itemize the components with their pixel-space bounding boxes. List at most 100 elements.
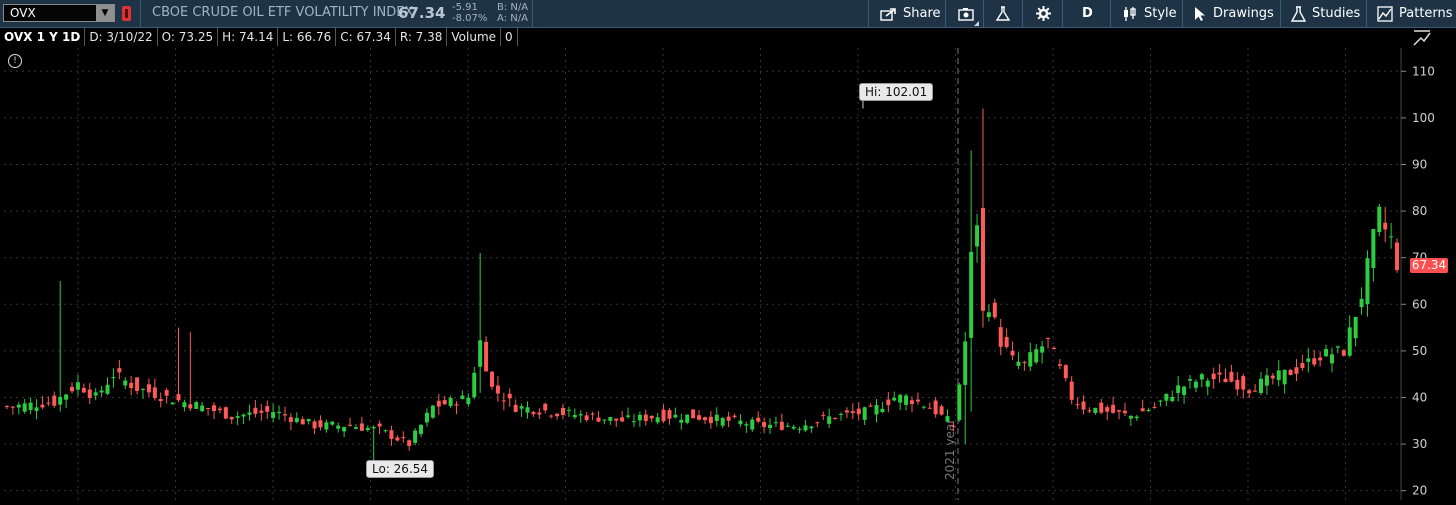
candle-body xyxy=(1282,369,1287,385)
candle-body xyxy=(383,430,388,432)
y-tick-label: 30 xyxy=(1412,437,1427,451)
candle-body xyxy=(170,402,175,405)
y-tick-label: 60 xyxy=(1412,297,1427,311)
candle-body xyxy=(377,423,382,427)
candle-body xyxy=(330,421,335,425)
y-tick-label: 80 xyxy=(1412,204,1427,218)
candle-body xyxy=(685,414,690,423)
candle-body xyxy=(702,417,707,421)
candle-body xyxy=(407,440,412,446)
candle-body xyxy=(424,412,429,423)
candle-body xyxy=(590,413,595,415)
candle-body xyxy=(1111,404,1116,413)
candle-body xyxy=(495,385,500,394)
candle-body xyxy=(1010,350,1015,356)
candle-body xyxy=(223,407,228,419)
candle-body xyxy=(1199,374,1204,380)
candle-body xyxy=(980,207,985,311)
candle-body xyxy=(105,384,110,394)
candle-body xyxy=(1128,415,1133,419)
candle-body xyxy=(904,395,909,405)
candle-body xyxy=(22,403,27,412)
candle-body xyxy=(1258,378,1263,394)
candle-body xyxy=(874,404,879,415)
candle-body xyxy=(1335,346,1340,348)
candle-body xyxy=(206,408,211,410)
candle-body xyxy=(117,368,122,373)
candle-body xyxy=(1134,416,1139,419)
info-icon[interactable]: ! xyxy=(8,54,22,68)
candle-body xyxy=(1359,298,1364,308)
candle-body xyxy=(265,406,270,412)
y-tick-label: 40 xyxy=(1412,390,1427,404)
candle-body xyxy=(1176,385,1181,393)
legend-date: D: 3/10/22 xyxy=(85,28,158,46)
candle-body xyxy=(945,416,950,422)
legend-open: O: 73.25 xyxy=(158,28,219,46)
candle-body xyxy=(247,412,252,415)
candle-body xyxy=(513,404,518,412)
legend-volume-value: 0 xyxy=(501,28,518,46)
candle-body xyxy=(282,414,287,416)
candle-body xyxy=(395,437,400,441)
candle-body xyxy=(620,417,625,422)
candle-body xyxy=(1140,408,1145,412)
candle-body xyxy=(1034,349,1039,363)
candle-body xyxy=(631,421,636,423)
candle-body xyxy=(1371,229,1376,268)
candle-body xyxy=(164,390,169,396)
candle-body xyxy=(549,415,554,417)
candle-body xyxy=(827,416,832,424)
candle-body xyxy=(484,341,489,372)
candle-body xyxy=(460,395,465,399)
candle-body xyxy=(708,416,713,424)
candle-body xyxy=(1389,236,1394,238)
candle-body xyxy=(123,380,128,386)
candle-body xyxy=(1294,367,1299,374)
candle-body xyxy=(927,407,932,409)
candle-body xyxy=(525,407,530,413)
candle-body xyxy=(1241,376,1246,390)
candle-body xyxy=(152,387,157,399)
candle-body xyxy=(1099,402,1104,413)
candle-body xyxy=(1217,372,1222,375)
candle-body xyxy=(1022,361,1027,363)
candle-body xyxy=(738,420,743,425)
expand-chart-icon[interactable] xyxy=(1412,29,1432,47)
candle-body xyxy=(235,416,240,418)
price-chart[interactable]: 20304050607080901001102021 year xyxy=(0,0,1456,505)
candle-body xyxy=(750,419,755,430)
candle-body xyxy=(543,403,548,411)
candle-body xyxy=(129,382,134,389)
candle-body xyxy=(294,417,299,423)
candle-body xyxy=(501,400,506,402)
candle-body xyxy=(803,425,808,431)
candle-body xyxy=(1057,364,1062,366)
candle-body xyxy=(135,377,140,391)
candle-body xyxy=(1365,258,1370,305)
candle-body xyxy=(1353,316,1358,339)
legend-close: C: 67.34 xyxy=(336,28,396,46)
candle-body xyxy=(773,422,778,424)
candle-body xyxy=(1270,375,1275,379)
candle-body xyxy=(643,414,648,421)
y-tick-label: 20 xyxy=(1412,484,1427,498)
legend-volume-label: Volume xyxy=(447,28,502,46)
candle-body xyxy=(217,408,222,411)
candle-body xyxy=(348,424,353,426)
candle-body xyxy=(93,392,98,396)
candle-body xyxy=(584,415,589,421)
candle-body xyxy=(1170,396,1175,402)
candle-body xyxy=(531,411,536,415)
candle-body xyxy=(1383,222,1388,230)
candle-body xyxy=(1235,379,1240,390)
candle-body xyxy=(4,406,9,408)
year-marker-label: 2021 year xyxy=(943,419,957,480)
candle-body xyxy=(1300,363,1305,368)
candle-body xyxy=(1211,373,1216,380)
candle-body xyxy=(1004,336,1009,348)
candle-body xyxy=(815,422,820,424)
candle-body xyxy=(560,407,565,415)
candle-body xyxy=(1193,381,1198,388)
candle-body xyxy=(371,427,376,429)
